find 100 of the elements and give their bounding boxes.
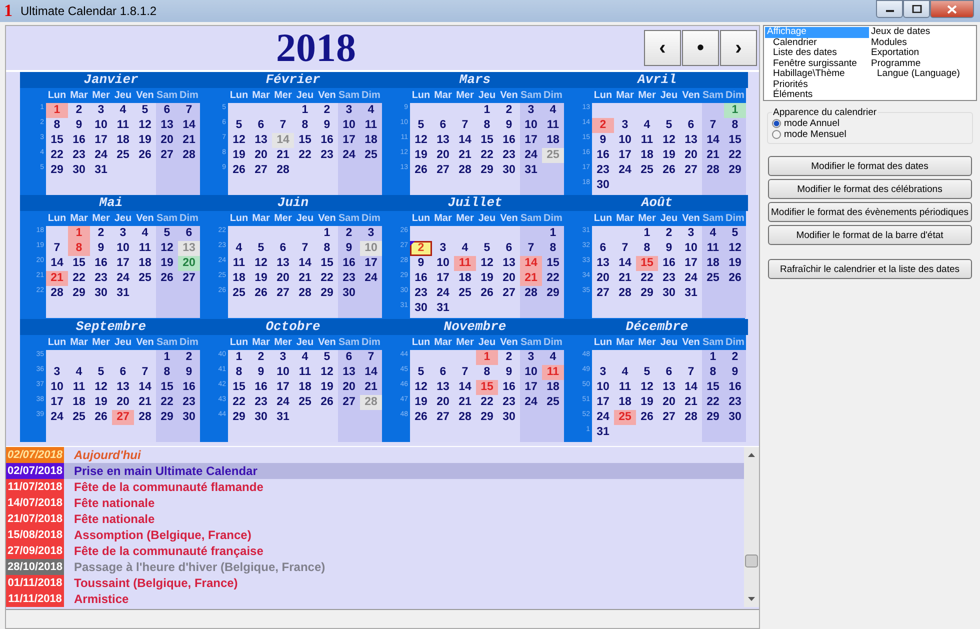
action-button[interactable]: Rafraîchir le calendrier et la liste des dates [768, 259, 972, 279]
day-number[interactable]: 2 [410, 241, 432, 256]
day-number[interactable]: 16 [592, 148, 614, 163]
day-number[interactable]: 18 [542, 380, 564, 395]
day-number[interactable]: 3 [360, 226, 382, 242]
day-number[interactable]: 24 [520, 394, 542, 410]
settings-item[interactable]: Jeux de dates [869, 27, 974, 38]
day-number[interactable]: 19 [724, 256, 746, 272]
day-number[interactable]: 19 [156, 256, 178, 272]
day-number[interactable]: 26 [228, 163, 250, 178]
day-number[interactable]: 17 [272, 380, 294, 395]
day-number[interactable]: 17 [680, 256, 702, 272]
day-number[interactable]: 16 [68, 133, 90, 148]
day-number[interactable]: 21 [294, 271, 316, 286]
day-number[interactable]: 3 [112, 226, 134, 242]
day-number[interactable]: 6 [680, 118, 702, 133]
day-number[interactable]: 20 [272, 271, 294, 286]
day-number[interactable]: 15 [228, 380, 250, 395]
day-number[interactable]: 19 [134, 133, 156, 148]
day-number[interactable]: 16 [658, 256, 680, 272]
day-number[interactable]: 4 [360, 103, 382, 118]
day-number[interactable]: 9 [410, 256, 432, 272]
day-number[interactable]: 8 [46, 118, 68, 133]
day-number[interactable]: 30 [410, 301, 432, 316]
day-number[interactable]: 26 [476, 286, 498, 302]
day-number[interactable]: 23 [68, 148, 90, 163]
action-button[interactable]: Modifier le format de la barre d'état [768, 225, 972, 245]
day-number[interactable]: 12 [250, 256, 272, 272]
day-number[interactable]: 2 [724, 350, 746, 365]
day-number[interactable]: 31 [112, 286, 134, 302]
day-number[interactable]: 4 [134, 226, 156, 242]
event-row[interactable]: 14/07/2018 Fête nationale [6, 495, 744, 511]
day-number[interactable]: 6 [432, 364, 454, 380]
day-number[interactable]: 24 [272, 394, 294, 410]
day-number[interactable]: 10 [46, 380, 68, 395]
day-number[interactable]: 16 [410, 271, 432, 286]
day-number[interactable]: 17 [592, 394, 614, 410]
day-number[interactable]: 27 [338, 394, 360, 410]
day-number[interactable]: 11 [112, 118, 134, 133]
day-number[interactable]: 27 [432, 163, 454, 178]
day-number[interactable]: 4 [542, 103, 564, 118]
day-number[interactable]: 26 [410, 410, 432, 425]
day-number[interactable]: 18 [68, 394, 90, 410]
day-number[interactable]: 11 [614, 380, 636, 395]
day-number[interactable]: 26 [410, 163, 432, 178]
day-number[interactable]: 1 [702, 350, 724, 365]
day-number[interactable]: 10 [432, 256, 454, 272]
day-number[interactable]: 11 [360, 118, 382, 133]
day-number[interactable]: 28 [454, 410, 476, 425]
day-number[interactable]: 8 [542, 241, 564, 256]
day-number[interactable]: 17 [614, 148, 636, 163]
day-number[interactable]: 28 [680, 410, 702, 425]
day-number[interactable]: 27 [498, 286, 520, 302]
radio-option[interactable]: mode Mensuel [772, 129, 968, 140]
day-number[interactable]: 3 [432, 241, 454, 256]
day-number[interactable]: 19 [658, 148, 680, 163]
day-number[interactable]: 22 [316, 271, 338, 286]
day-number[interactable]: 4 [702, 226, 724, 242]
day-number[interactable]: 2 [658, 226, 680, 242]
day-number[interactable]: 30 [498, 410, 520, 425]
day-number[interactable]: 24 [90, 148, 112, 163]
day-number[interactable]: 25 [134, 271, 156, 286]
day-number[interactable]: 7 [46, 241, 68, 256]
day-number[interactable]: 12 [410, 133, 432, 148]
day-number[interactable]: 29 [724, 163, 746, 178]
day-number[interactable]: 14 [294, 256, 316, 272]
day-number[interactable]: 12 [636, 380, 658, 395]
day-number[interactable]: 15 [702, 380, 724, 395]
day-number[interactable]: 12 [228, 133, 250, 148]
day-number[interactable]: 11 [636, 133, 658, 148]
day-number[interactable]: 28 [272, 163, 294, 178]
day-number[interactable]: 10 [520, 364, 542, 380]
day-number[interactable]: 29 [156, 410, 178, 425]
day-number[interactable]: 21 [360, 380, 382, 395]
day-number[interactable]: 18 [228, 271, 250, 286]
day-number[interactable]: 4 [636, 118, 658, 133]
day-number[interactable]: 16 [178, 380, 200, 395]
day-number[interactable]: 28 [134, 410, 156, 425]
day-number[interactable]: 12 [724, 241, 746, 256]
day-number[interactable]: 16 [498, 133, 520, 148]
day-number[interactable]: 2 [90, 226, 112, 242]
day-number[interactable]: 31 [680, 286, 702, 302]
day-number[interactable]: 20 [250, 148, 272, 163]
settings-item[interactable]: Exportation [869, 48, 974, 58]
day-number[interactable]: 1 [156, 350, 178, 365]
day-number[interactable]: 27 [250, 163, 272, 178]
day-number[interactable]: 16 [90, 256, 112, 272]
day-number[interactable]: 18 [702, 256, 724, 272]
close-button[interactable] [930, 0, 974, 18]
day-number[interactable]: 14 [134, 380, 156, 395]
day-number[interactable]: 1 [542, 226, 564, 242]
day-number[interactable]: 12 [658, 133, 680, 148]
day-number[interactable]: 15 [68, 256, 90, 272]
day-number[interactable]: 19 [316, 380, 338, 395]
day-number[interactable]: 13 [112, 380, 134, 395]
day-number[interactable]: 13 [432, 380, 454, 395]
day-number[interactable]: 15 [316, 256, 338, 272]
day-number[interactable]: 13 [592, 256, 614, 272]
day-number[interactable]: 7 [360, 350, 382, 365]
day-number[interactable]: 26 [658, 163, 680, 178]
